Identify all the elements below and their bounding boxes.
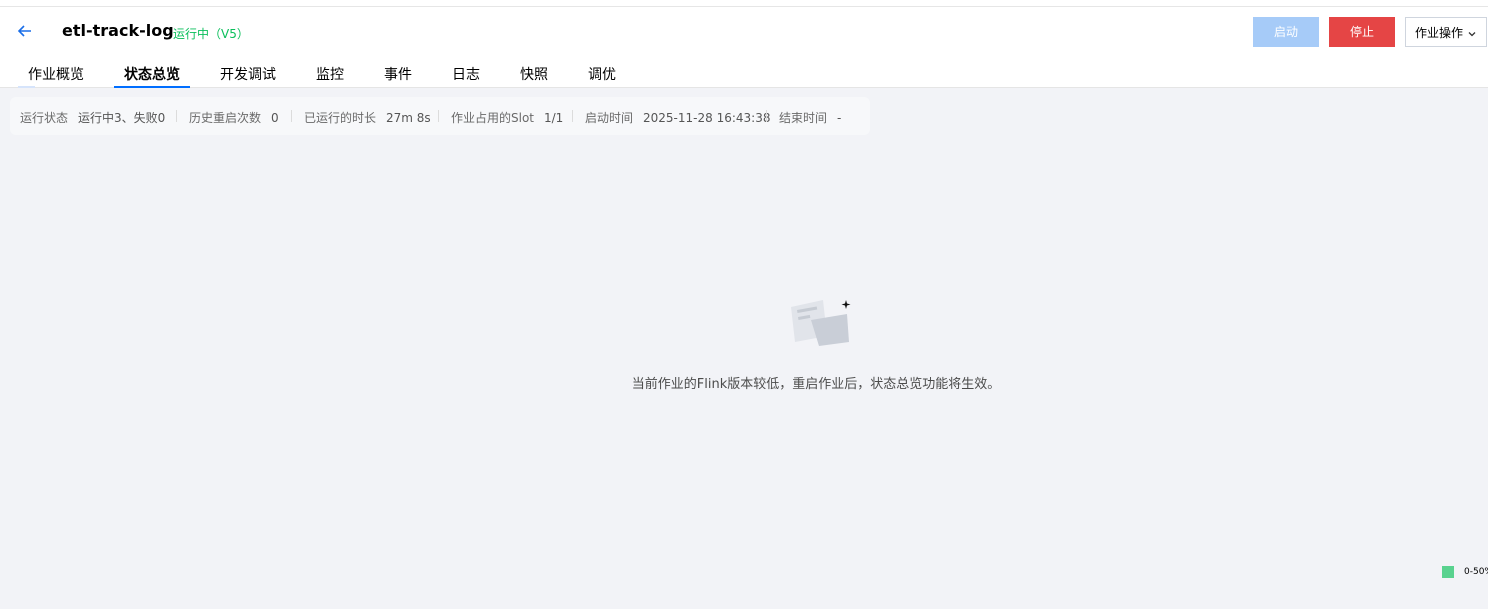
page-title: etl-track-log: [62, 21, 174, 40]
tab-overview[interactable]: 作业概览: [28, 64, 84, 84]
legend: 0-50%: [1442, 566, 1488, 578]
top-strip: [0, 0, 1488, 7]
info-value: -: [837, 111, 842, 125]
info-label: 结束时间: [779, 111, 828, 125]
info-value: 2025-11-28 16:43:38: [643, 111, 771, 125]
info-value: 27m 8s: [386, 111, 431, 125]
stop-button[interactable]: 停止: [1329, 17, 1395, 47]
tab-events[interactable]: 事件: [384, 64, 412, 84]
tab-status-overview[interactable]: 状态总览: [124, 64, 180, 84]
page-header: etl-track-log 运行中（V5） 启动 停止 作业操作 作业概览 状态…: [0, 7, 1488, 88]
info-run-status: 运行状态 运行中3、失败0: [20, 109, 165, 126]
tab-logs[interactable]: 日志: [452, 64, 480, 84]
divider: [291, 110, 292, 122]
status-badge: 运行中（V5）: [173, 27, 249, 41]
divider: [438, 110, 439, 122]
job-operations-dropdown[interactable]: 作业操作: [1405, 17, 1487, 47]
divider: [572, 110, 573, 122]
info-restart-count: 历史重启次数 0: [189, 109, 279, 126]
tab-tuning[interactable]: 调优: [588, 64, 616, 84]
tab-dev-debug[interactable]: 开发调试: [220, 64, 276, 84]
divider: [176, 110, 177, 122]
active-tab-underline: [114, 86, 190, 88]
info-value: 0: [271, 111, 279, 125]
divider: [766, 110, 767, 122]
info-start-time: 启动时间 2025-11-28 16:43:38: [585, 109, 770, 126]
job-info-bar: 运行状态 运行中3、失败0 历史重启次数 0 已运行的时长 27m 8s 作业占用的S…: [10, 97, 870, 135]
tab-monitor[interactable]: 监控: [316, 64, 344, 84]
info-label: 历史重启次数: [189, 111, 262, 125]
info-run-duration: 已运行的时长 27m 8s: [304, 109, 431, 126]
job-operations-label: 作业操作: [1414, 26, 1463, 40]
info-label: 启动时间: [585, 111, 634, 125]
empty-state-document-icon: [791, 300, 851, 346]
chevron-down-icon: [1468, 31, 1476, 36]
start-button[interactable]: 启动: [1253, 17, 1319, 47]
info-label: 作业占用的Slot: [451, 111, 534, 125]
back-arrow-icon[interactable]: [15, 21, 35, 41]
legend-label: 0-50%: [1464, 567, 1488, 577]
empty-state-message: 当前作业的Flink版本较低，重启作业后，状态总览功能将生效。: [631, 377, 1001, 392]
info-label: 运行状态: [20, 111, 69, 125]
tab-hover-mark: [18, 86, 35, 88]
info-value: 1/1: [544, 111, 564, 125]
info-label: 已运行的时长: [304, 111, 377, 125]
info-slot-usage: 作业占用的Slot 1/1: [451, 109, 563, 126]
tab-snapshots[interactable]: 快照: [520, 64, 548, 84]
info-end-time: 结束时间 -: [779, 109, 841, 126]
info-value: 运行中3、失败0: [78, 111, 166, 125]
legend-swatch: [1442, 566, 1454, 578]
